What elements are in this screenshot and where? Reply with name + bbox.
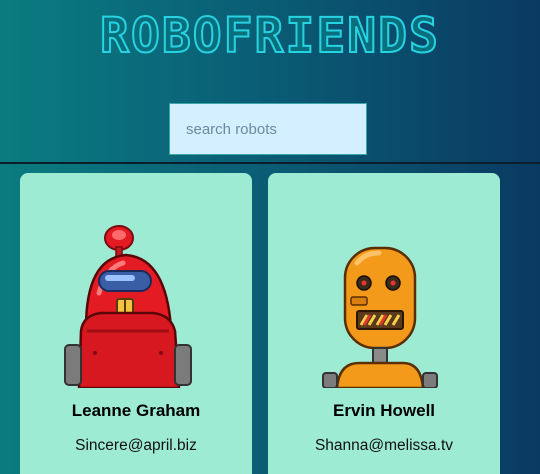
header: ROBOFRIENDS bbox=[0, 0, 540, 162]
title-wrap: ROBOFRIENDS bbox=[0, 6, 540, 66]
robot-avatar-image bbox=[322, 246, 438, 388]
robot-card[interactable]: Leanne Graham Sincere@april.biz bbox=[20, 173, 252, 474]
robot-email: Shanna@melissa.tv bbox=[314, 437, 454, 454]
search-input[interactable] bbox=[169, 103, 367, 155]
robot-avatar-image bbox=[64, 225, 192, 388]
robot-name: Leanne Graham bbox=[71, 401, 201, 420]
page-title: ROBOFRIENDS bbox=[99, 7, 440, 65]
robot-email: Sincere@april.biz bbox=[75, 437, 197, 454]
header-divider bbox=[0, 162, 540, 164]
robot-name: Ervin Howell bbox=[332, 401, 436, 420]
robot-card[interactable]: Ervin Howell Shanna@melissa.tv bbox=[268, 173, 500, 474]
